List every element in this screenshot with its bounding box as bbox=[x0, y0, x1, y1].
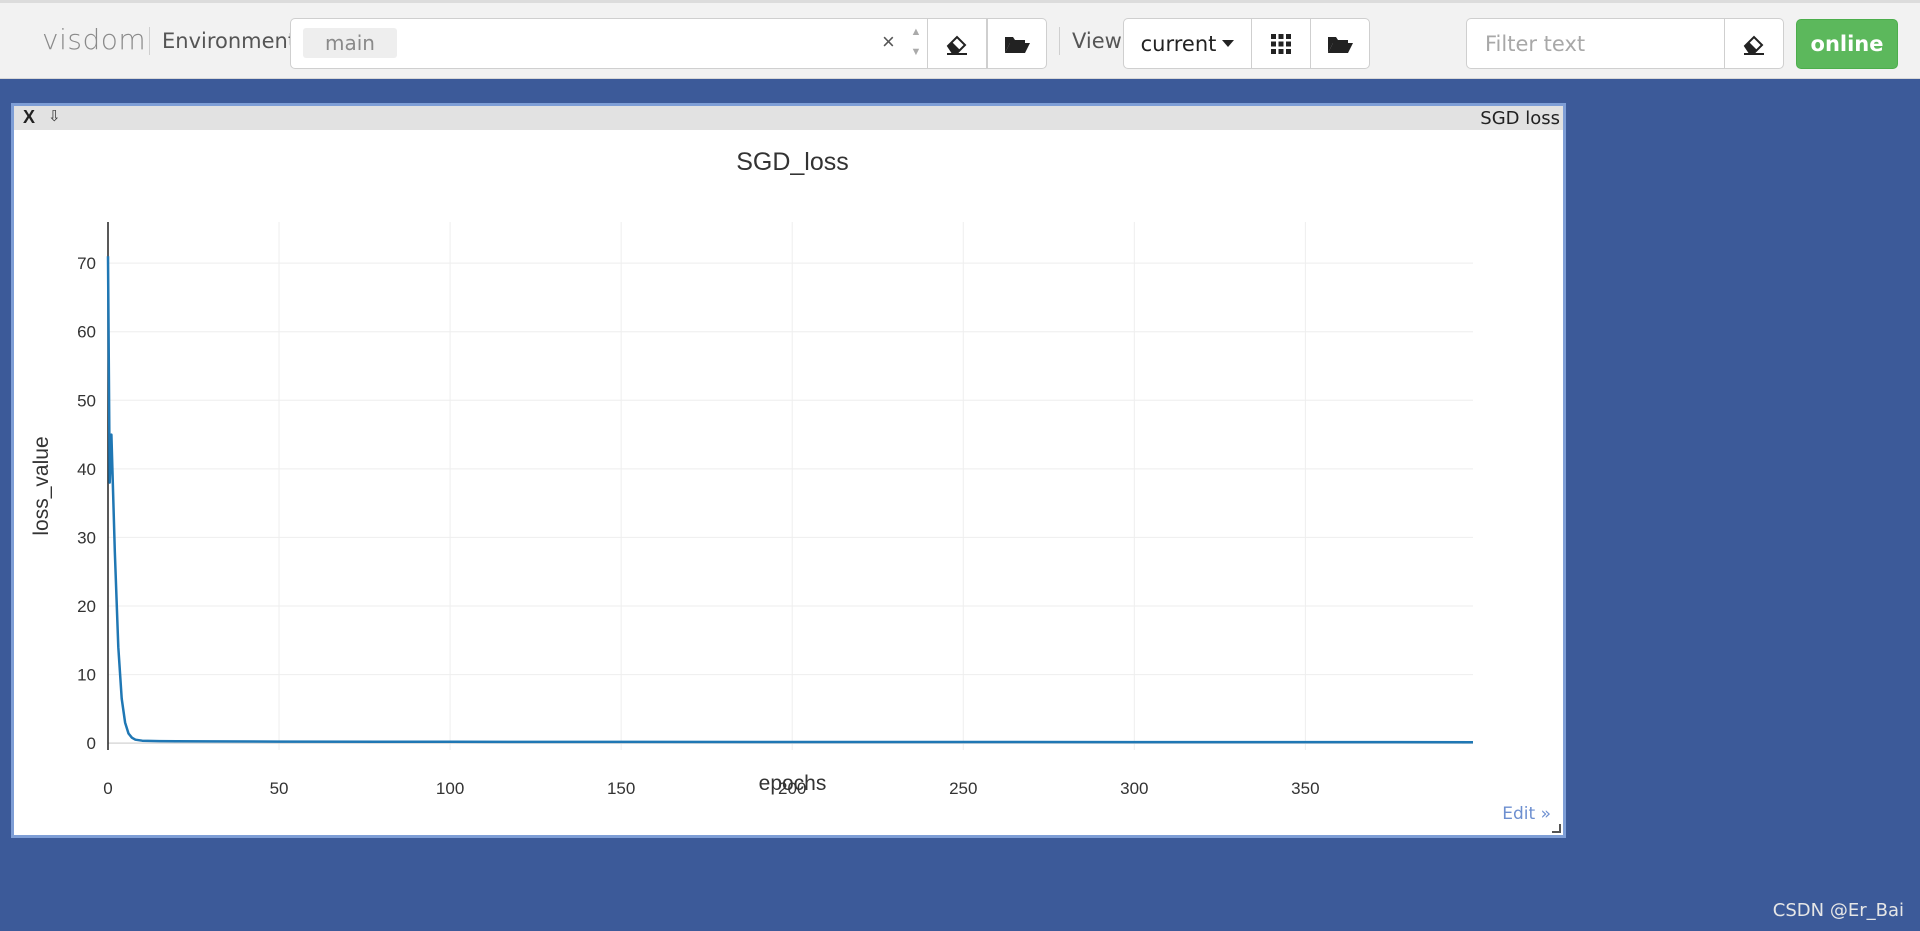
eraser-icon bbox=[1743, 35, 1764, 55]
repack-layout-button[interactable] bbox=[1251, 18, 1311, 69]
chart-title: SGD_loss bbox=[736, 148, 849, 176]
manage-views-button[interactable] bbox=[1310, 18, 1370, 69]
pane-title-bar[interactable]: X ⇩ SGD loss bbox=[14, 106, 1563, 130]
filter-text-input[interactable] bbox=[1466, 18, 1725, 69]
loss-series-line bbox=[106, 256, 1474, 744]
environment-tag[interactable]: main bbox=[303, 28, 397, 58]
x-tick-label: 50 bbox=[270, 779, 289, 798]
loss-chart[interactable]: 0 50 100 150 200 250 300 350010203040506070SGD_… bbox=[14, 130, 1563, 811]
environment-select[interactable]: main × ▲ ▼ bbox=[290, 18, 928, 69]
clear-environment-icon[interactable]: × bbox=[882, 29, 895, 55]
x-tick-label: 300 bbox=[1120, 779, 1148, 798]
online-status-button[interactable]: online bbox=[1796, 19, 1898, 69]
chevron-down-icon[interactable]: ▼ bbox=[905, 42, 927, 62]
plot-pane[interactable]: X ⇩ SGD loss 0 50 100 150 200 250 300 350 0 10 20 3… bbox=[11, 103, 1566, 838]
brand-logo: visdom bbox=[42, 23, 147, 56]
x-tick-label: 150 bbox=[607, 779, 635, 798]
caret-down-icon bbox=[1222, 40, 1235, 47]
folder-open-icon bbox=[1328, 36, 1353, 53]
grid-icon bbox=[1271, 33, 1291, 54]
folder-open-icon bbox=[1005, 36, 1030, 53]
y-tick-label: 10 bbox=[77, 666, 96, 685]
close-pane-button[interactable]: X bbox=[23, 107, 35, 128]
y-tick-label: 60 bbox=[77, 323, 96, 342]
view-dropdown[interactable]: current bbox=[1123, 18, 1252, 69]
y-tick-label: 0 bbox=[87, 734, 96, 753]
clear-environment-button[interactable] bbox=[927, 18, 987, 69]
view-label: View bbox=[1072, 29, 1122, 53]
y-tick-label: 20 bbox=[77, 597, 96, 616]
divider bbox=[149, 27, 150, 55]
pane-title: SGD loss bbox=[1480, 108, 1560, 129]
edit-chart-link[interactable]: Edit » bbox=[1502, 804, 1551, 824]
resize-handle[interactable] bbox=[1552, 824, 1561, 833]
eraser-icon bbox=[946, 35, 967, 55]
chevron-up-icon[interactable]: ▲ bbox=[905, 22, 927, 42]
watermark: CSDN @Er_Bai bbox=[1772, 900, 1904, 921]
x-tick-label: 350 bbox=[1291, 779, 1319, 798]
x-tick-label: 100 bbox=[436, 779, 464, 798]
x-tick-label: 0 bbox=[103, 779, 112, 798]
download-icon[interactable]: ⇩ bbox=[48, 107, 61, 125]
y-tick-label: 50 bbox=[77, 391, 96, 410]
environment-label: Environment bbox=[162, 29, 297, 53]
x-tick-label: 250 bbox=[949, 779, 977, 798]
divider bbox=[1059, 27, 1060, 55]
x-axis-label: epochs bbox=[759, 772, 827, 795]
manage-environments-button[interactable] bbox=[987, 18, 1047, 69]
y-tick-label: 30 bbox=[77, 528, 96, 547]
environment-spinner[interactable]: ▲ ▼ bbox=[905, 22, 927, 66]
y-axis-label: loss_value bbox=[30, 436, 53, 535]
y-tick-label: 40 bbox=[77, 460, 96, 479]
view-value: current bbox=[1140, 31, 1217, 56]
clear-filter-button[interactable] bbox=[1724, 18, 1784, 69]
top-navbar: visdom Environment main × ▲ ▼ View curre… bbox=[0, 0, 1920, 79]
y-tick-label: 70 bbox=[77, 254, 96, 273]
